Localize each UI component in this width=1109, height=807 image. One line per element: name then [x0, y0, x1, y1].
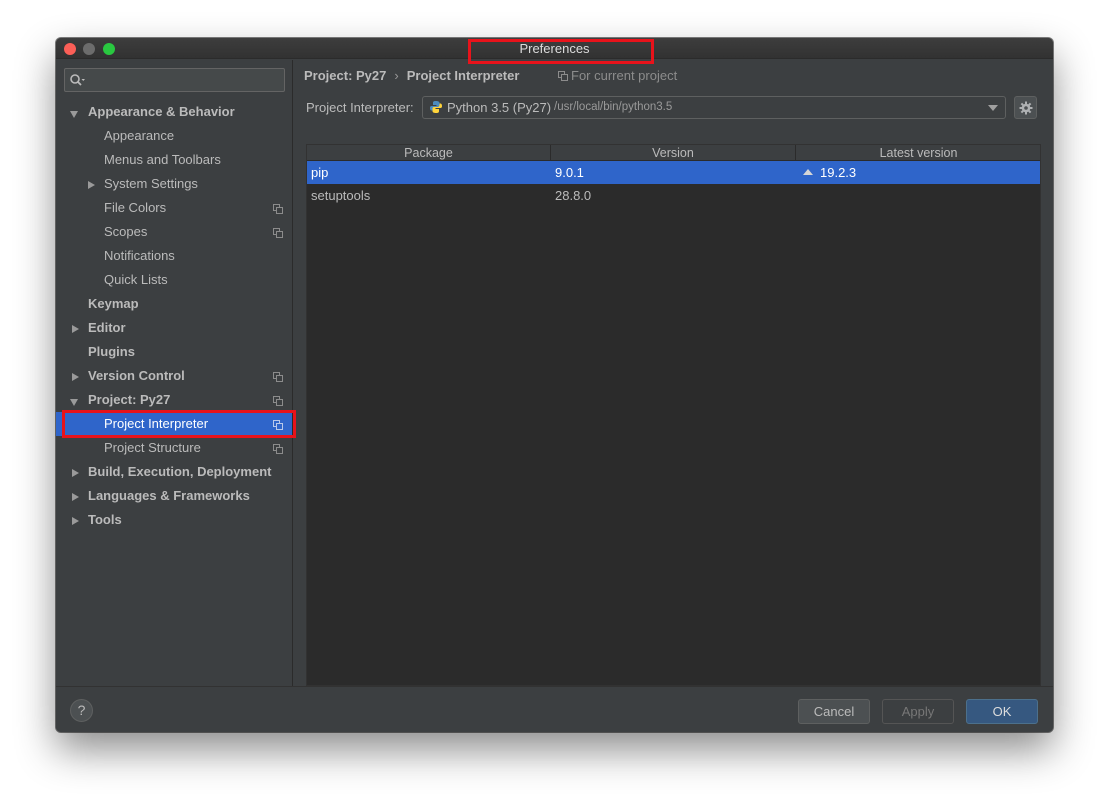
cancel-button[interactable]: Cancel	[798, 699, 870, 724]
interpreter-settings-button[interactable]	[1014, 96, 1037, 119]
interpreter-dropdown[interactable]: Python 3.5 (Py27) /usr/local/bin/python3…	[422, 96, 1006, 119]
expanded-arrow-icon[interactable]	[70, 111, 78, 118]
tree-item-appearance[interactable]: Appearance	[56, 124, 292, 148]
help-button[interactable]: ?	[70, 699, 93, 722]
upgrade-available-icon	[803, 169, 813, 175]
package-latest-version: 19.2.3	[803, 161, 856, 184]
tree-item-system-settings[interactable]: System Settings	[56, 172, 292, 196]
tree-item-tools[interactable]: Tools	[56, 508, 292, 532]
expanded-arrow-icon[interactable]	[70, 399, 78, 406]
project-scope-icon	[558, 71, 568, 81]
gear-icon[interactable]	[1019, 101, 1033, 115]
collapsed-arrow-icon[interactable]	[88, 181, 95, 189]
tree-item-quick-lists[interactable]: Quick Lists	[56, 268, 292, 292]
table-row[interactable]: pip 9.0.1 19.2.3	[307, 161, 1040, 184]
collapsed-arrow-icon[interactable]	[72, 469, 79, 477]
settings-search-input[interactable]	[64, 68, 285, 92]
package-name: setuptools	[311, 188, 371, 203]
breadcrumb-separator: ›	[394, 68, 399, 83]
tree-item-scopes[interactable]: Scopes	[56, 220, 292, 244]
tree-item-plugins[interactable]: Plugins	[56, 340, 292, 364]
breadcrumb-parent[interactable]: Project: Py27	[304, 68, 386, 83]
package-name: pip	[311, 165, 329, 180]
chevron-down-icon[interactable]	[988, 105, 998, 111]
breadcrumb-current: Project Interpreter	[406, 68, 520, 83]
tree-item-notifications[interactable]: Notifications	[56, 244, 292, 268]
tree-item-build-execution-deployment[interactable]: Build, Execution, Deployment	[56, 460, 292, 484]
tree-item-project-structure[interactable]: Project Structure	[56, 436, 292, 460]
settings-sidebar: Appearance & Behavior Appearance Menus a…	[56, 60, 293, 686]
table-row[interactable]: setuptools 28.8.0	[307, 184, 1040, 207]
breadcrumb: Project: Py27 › Project Interpreter	[304, 68, 519, 83]
tree-item-menus-toolbars[interactable]: Menus and Toolbars	[56, 148, 292, 172]
project-scope-icon	[273, 204, 283, 214]
column-header-package[interactable]: Package	[307, 145, 551, 161]
interpreter-path: /usr/local/bin/python3.5	[554, 101, 673, 113]
packages-table: Package Version Latest version pip 9.0.1…	[303, 144, 1041, 732]
tree-item-project-py27[interactable]: Project: Py27	[56, 388, 292, 412]
search-icon[interactable]	[69, 72, 85, 88]
tree-item-languages-frameworks[interactable]: Languages & Frameworks	[56, 484, 292, 508]
tree-item-editor[interactable]: Editor	[56, 316, 292, 340]
project-scope-icon	[273, 228, 283, 238]
project-scope-icon	[273, 372, 283, 382]
table-header: Package Version Latest version	[307, 145, 1040, 161]
preferences-window: Preferences Appearance & Behavior Appear…	[56, 38, 1053, 732]
column-header-version[interactable]: Version	[551, 145, 796, 161]
package-version: 9.0.1	[555, 165, 584, 180]
apply-button[interactable]: Apply	[882, 699, 954, 724]
ok-button[interactable]: OK	[966, 699, 1038, 724]
project-scope-icon	[273, 396, 283, 406]
tree-item-file-colors[interactable]: File Colors	[56, 196, 292, 220]
column-header-latest-version[interactable]: Latest version	[796, 145, 1041, 161]
python-icon	[430, 101, 442, 113]
dialog-footer: ? Cancel Apply OK	[56, 686, 1053, 732]
tree-item-appearance-behavior[interactable]: Appearance & Behavior	[56, 100, 292, 124]
interpreter-name: Python 3.5 (Py27)	[447, 100, 552, 115]
tree-item-keymap[interactable]: Keymap	[56, 292, 292, 316]
interpreter-label: Project Interpreter:	[306, 100, 414, 115]
tree-item-version-control[interactable]: Version Control	[56, 364, 292, 388]
project-interpreter-panel: Project: Py27 › Project Interpreter For cu…	[294, 60, 1053, 732]
package-version: 28.8.0	[555, 188, 592, 203]
collapsed-arrow-icon[interactable]	[72, 493, 79, 501]
collapsed-arrow-icon[interactable]	[72, 325, 79, 333]
scope-note: For current project	[558, 68, 677, 83]
collapsed-arrow-icon[interactable]	[72, 517, 79, 525]
project-scope-icon	[273, 444, 283, 454]
selection-highlight-box	[62, 410, 296, 438]
collapsed-arrow-icon[interactable]	[72, 373, 79, 381]
